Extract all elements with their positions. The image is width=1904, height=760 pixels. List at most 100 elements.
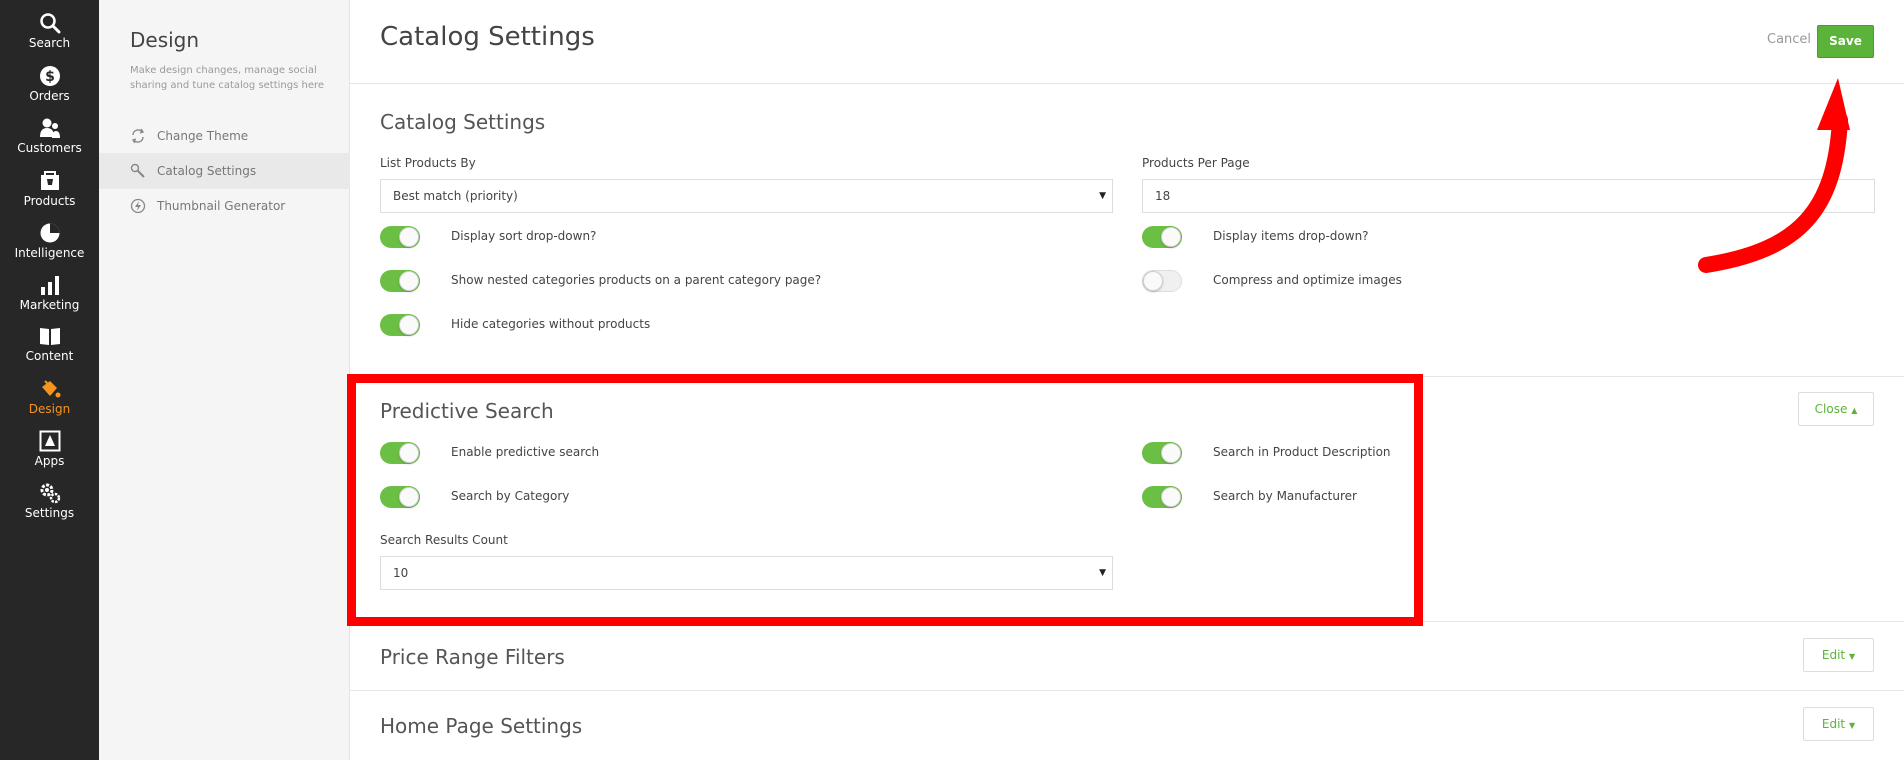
svg-text:$: $ (45, 69, 55, 85)
sidebar-item-change-theme[interactable]: Change Theme (99, 118, 350, 154)
nav-label: Settings (24, 506, 75, 520)
edit-label: Edit (1821, 717, 1846, 731)
list-products-by-label: List Products By (380, 156, 476, 170)
nav-label: Apps (34, 454, 65, 468)
search-product-description-toggle[interactable] (1142, 442, 1182, 464)
products-per-page-label: Products Per Page (1142, 156, 1250, 170)
dropdown-caret-icon: ▼ (1099, 191, 1106, 201)
nav-item-orders[interactable]: $ Orders (0, 65, 99, 115)
caret-down-icon: ▼ (1848, 652, 1856, 661)
search-results-count-label: Search Results Count (380, 533, 508, 547)
toggle-knob (399, 315, 419, 335)
nav-label: Intelligence (14, 246, 85, 260)
toggle-label: Search by Manufacturer (1213, 489, 1357, 503)
divider (350, 621, 1904, 622)
toggle-knob (1161, 227, 1181, 247)
section-title-price-range: Price Range Filters (380, 645, 565, 669)
nav-label: Marketing (19, 298, 80, 312)
input-value: 18 (1155, 189, 1171, 203)
search-icon (39, 13, 60, 34)
nav-label: Products (23, 194, 76, 208)
toggle-knob (399, 227, 419, 247)
dollar-icon: $ (39, 66, 60, 86)
products-icon (40, 171, 59, 190)
nav-label: Search (28, 36, 71, 50)
nav-label: Design (28, 402, 71, 416)
display-items-dropdown-toggle[interactable] (1142, 226, 1182, 248)
divider (350, 690, 1904, 691)
close-label: Close (1814, 402, 1848, 416)
toggle-label: Display items drop-down? (1213, 229, 1369, 243)
toggle-knob (1161, 487, 1181, 507)
sidebar-item-catalog-settings[interactable]: Catalog Settings (99, 153, 350, 189)
main-nav: Search $ Orders Customers Products Intel… (0, 0, 99, 760)
nav-item-intelligence[interactable]: Intelligence (0, 222, 99, 272)
sidebar-title: Design (130, 28, 200, 52)
customers-icon (39, 118, 60, 138)
toggle-label: Show nested categories products on a par… (451, 273, 822, 287)
sidebar-item-label: Thumbnail Generator (157, 199, 286, 213)
toggle-knob (399, 443, 419, 463)
nav-item-design[interactable]: Design (0, 378, 99, 428)
compress-images-toggle[interactable] (1142, 270, 1182, 292)
sidebar-item-thumbnail-generator[interactable]: Thumbnail Generator (99, 188, 350, 224)
sidebar-item-label: Catalog Settings (157, 164, 257, 178)
edit-home-page-button[interactable]: Edit ▼ (1803, 707, 1874, 741)
cancel-button[interactable]: Cancel (1767, 32, 1811, 47)
nav-label: Content (25, 349, 74, 363)
close-section-button[interactable]: Close ▲ (1798, 392, 1874, 426)
design-sidebar: Design Make design changes, manage socia… (99, 0, 350, 760)
search-by-category-toggle[interactable] (380, 486, 420, 508)
save-button[interactable]: Save (1817, 25, 1874, 58)
caret-up-icon: ▲ (1851, 406, 1858, 415)
list-products-by-select[interactable]: Best match (priority) ▼ (380, 179, 1113, 213)
toggle-label: Enable predictive search (451, 445, 600, 459)
toggle-label: Search in Product Description (1213, 445, 1391, 459)
nav-label: Orders (29, 89, 70, 103)
toggle-label: Hide categories without products (451, 317, 651, 331)
nav-item-customers[interactable]: Customers (0, 117, 99, 167)
book-icon (39, 328, 60, 345)
nav-item-content[interactable]: Content (0, 325, 99, 375)
lightning-icon (130, 198, 146, 214)
sidebar-item-label: Change Theme (157, 129, 249, 143)
apps-icon (39, 430, 60, 452)
section-title-catalog: Catalog Settings (380, 110, 546, 134)
toggle-label: Compress and optimize images (1213, 273, 1402, 287)
search-results-count-select[interactable]: 10 ▼ (380, 556, 1113, 590)
dropdown-caret-icon: ▼ (1099, 568, 1106, 578)
nav-item-apps[interactable]: Apps (0, 430, 99, 480)
paint-bucket-icon (41, 380, 60, 398)
nav-label: Customers (17, 141, 82, 155)
display-sort-dropdown-toggle[interactable] (380, 226, 420, 248)
page-title: Catalog Settings (380, 22, 595, 52)
hide-empty-categories-toggle[interactable] (380, 314, 420, 336)
nav-item-settings[interactable]: Settings (0, 482, 99, 532)
products-per-page-input[interactable]: 18 (1142, 179, 1875, 213)
toggle-knob (399, 271, 419, 291)
toggle-knob (1161, 443, 1181, 463)
section-title-predictive-search: Predictive Search (380, 399, 554, 423)
divider (350, 376, 1904, 377)
sidebar-description: Make design changes, manage social shari… (130, 65, 325, 91)
edit-price-range-button[interactable]: Edit ▼ (1803, 638, 1874, 672)
caret-down-icon: ▼ (1848, 721, 1856, 730)
nav-item-products[interactable]: Products (0, 170, 99, 220)
wrench-icon (130, 163, 145, 178)
refresh-icon (131, 128, 145, 144)
divider (350, 83, 1904, 84)
nav-item-marketing[interactable]: Marketing (0, 274, 99, 324)
bar-chart-icon (40, 276, 59, 295)
enable-predictive-search-toggle[interactable] (380, 442, 420, 464)
gears-icon (40, 483, 60, 504)
pie-chart-icon (40, 223, 59, 243)
edit-label: Edit (1821, 648, 1846, 662)
toggle-label: Search by Category (451, 489, 570, 503)
nav-item-search[interactable]: Search (0, 12, 99, 62)
section-title-home-page: Home Page Settings (380, 714, 583, 738)
toggle-knob (399, 487, 419, 507)
search-by-manufacturer-toggle[interactable] (1142, 486, 1182, 508)
toggle-knob (1143, 271, 1163, 291)
select-value: Best match (priority) (393, 189, 518, 203)
show-nested-categories-toggle[interactable] (380, 270, 420, 292)
